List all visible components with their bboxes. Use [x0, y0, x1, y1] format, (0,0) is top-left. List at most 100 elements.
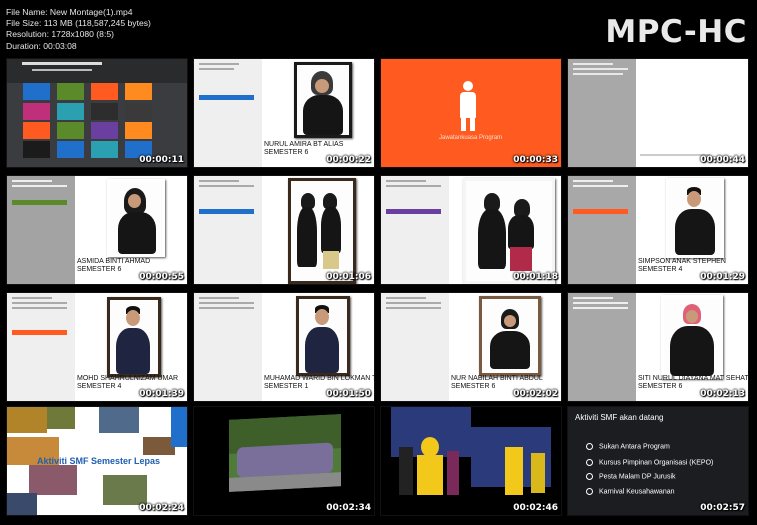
text-line [199, 180, 239, 182]
collage-photo [103, 475, 147, 505]
tile [125, 83, 152, 100]
mascot-head [421, 437, 439, 457]
face [126, 310, 140, 326]
portrait-photo [463, 178, 555, 284]
timestamp: 00:02:02 [513, 389, 558, 399]
face [315, 79, 329, 93]
body [116, 328, 150, 374]
text-panel [381, 293, 449, 401]
timestamp: 00:01:29 [700, 272, 745, 282]
timestamp: 00:01:50 [326, 389, 371, 399]
thumbnail[interactable]: 00:00:11 [7, 59, 187, 167]
text-line [573, 185, 628, 187]
thumbnail[interactable]: NURUL AMIRA BT ALIAS SEMESTER 6 00:00:22 [194, 59, 374, 167]
text-panel [194, 176, 262, 284]
portrait-photo [479, 296, 541, 376]
file-name: File Name: New Montage(1).mp4 [6, 7, 133, 17]
list-item: Sukan Antara Program [586, 443, 670, 450]
thumbnail[interactable]: 00:00:44 [568, 59, 748, 167]
portrait-photo [294, 62, 352, 138]
duration: Duration: 00:03:08 [6, 40, 77, 51]
text-line [573, 68, 628, 70]
timestamp: 00:02:46 [513, 503, 558, 513]
body [670, 326, 714, 376]
person-leg-icon [461, 117, 466, 131]
text-line [573, 73, 623, 75]
thumbnail[interactable]: ASMIDA BINTI AHMAD SEMESTER 6 00:00:55 [7, 176, 187, 284]
collage-photo [7, 407, 47, 433]
timestamp: 00:00:22 [326, 155, 371, 165]
tile [57, 83, 84, 100]
portrait-photo [107, 179, 165, 257]
text-line [386, 297, 426, 299]
badge [573, 209, 628, 214]
tile [57, 103, 84, 120]
portrait-photo [296, 296, 350, 376]
badge [199, 209, 254, 214]
body [508, 215, 534, 249]
timestamp: 00:01:06 [326, 272, 371, 282]
skirt [510, 247, 532, 271]
caption-name: ASMIDA BINTI AHMAD [77, 258, 151, 265]
thumbnail[interactable]: NUR NABILAH BINTI ABDUL SEMESTER 6 00:02… [381, 293, 561, 401]
collage-photo [29, 465, 77, 495]
text-line [199, 302, 254, 304]
portrait-photo [666, 178, 724, 258]
thumbnail[interactable]: SIMPSON ANAK STEPHEN SEMESTER 4 00:01:29 [568, 176, 748, 284]
text-line [12, 180, 52, 182]
thumbnail[interactable]: Aktiviti SMF Semester Lepas 00:02:24 [7, 407, 187, 515]
text-panel [7, 293, 75, 401]
title-line [22, 62, 102, 65]
body [490, 331, 530, 369]
bullet-icon [586, 443, 593, 450]
thumbnail[interactable]: 00:02:46 [381, 407, 561, 515]
list-item: Kursus Pimpinan Organisasi (KEPO) [586, 459, 713, 466]
thumbnail[interactable]: 00:02:34 [194, 407, 374, 515]
timestamp: 00:00:55 [139, 272, 184, 282]
text-line [12, 297, 52, 299]
person [447, 451, 459, 495]
timestamp: 00:02:24 [139, 503, 184, 513]
accent-bar [171, 407, 187, 447]
tile [23, 83, 50, 100]
text-panel [381, 176, 449, 284]
slide-title: Aktiviti SMF Semester Lepas [37, 456, 161, 466]
text-line [573, 297, 613, 299]
caption-name: MOHD SHAHRULNIZAM UMAR [77, 375, 179, 382]
slide-title: Aktiviti SMF akan datang [575, 413, 664, 422]
thumbnail[interactable]: MOHD SHAHRULNIZAM UMAR SEMESTER 4 00:01:… [7, 293, 187, 401]
text-line [573, 302, 628, 304]
tile [23, 103, 50, 120]
tile [125, 103, 152, 120]
text-line [12, 302, 67, 304]
body [675, 209, 715, 255]
thumbnail[interactable]: MUHAMAD WARID BIN LOKMAN TEE SEMESTER 1 … [194, 293, 374, 401]
thumbnail[interactable]: Aktiviti SMF akan datang Sukan Antara Pr… [568, 407, 748, 515]
thumbnail[interactable]: 00:01:18 [381, 176, 561, 284]
timestamp: 00:00:44 [700, 155, 745, 165]
file-size: File Size: 113 MB (118,587,245 bytes) [6, 18, 151, 29]
timestamp: 00:00:33 [513, 155, 558, 165]
caption-name: MUHAMAD WARID BIN LOKMAN TEE [264, 375, 374, 382]
thumbnail[interactable]: Jawatankuasa Program 00:00:33 [381, 59, 561, 167]
text-line [199, 68, 234, 70]
text-line [199, 297, 239, 299]
text-line [12, 307, 67, 309]
subtitle-line [32, 69, 92, 71]
tile [125, 122, 152, 139]
person-head-icon [463, 81, 473, 91]
thumbnail-grid: 00:00:11 NURUL AMIRA BT ALIAS SEMESTER 6… [7, 59, 750, 519]
collage-photo [47, 407, 75, 429]
list-item-label: Karnival Keusahawanan [599, 488, 675, 496]
face [687, 191, 701, 207]
timestamp: 00:02:57 [700, 503, 745, 513]
caption-name: SITI NURUL DIAYANA MAT SEHAT [638, 375, 748, 382]
tile [91, 122, 118, 139]
thumbnail[interactable]: SITI NURUL DIAYANA MAT SEHAT SEMESTER 6 … [568, 293, 748, 401]
body [321, 207, 341, 253]
bullet-icon [586, 488, 593, 495]
thumbnail[interactable]: 00:01:06 [194, 176, 374, 284]
mascot-body [417, 455, 443, 495]
badge [12, 330, 67, 335]
tile [91, 141, 118, 158]
